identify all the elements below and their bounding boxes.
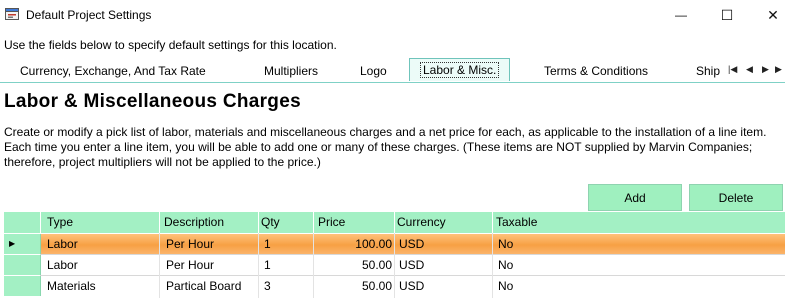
maximize-button[interactable]: ☐ [704,0,750,30]
cell-description[interactable]: Partical Board [166,279,241,293]
column-header-description[interactable]: Description [164,215,224,229]
cell-currency[interactable]: USD [399,279,424,293]
app-icon [5,8,19,20]
tab-label: Multipliers [264,64,319,78]
charges-grid: Type Description Qty Price Currency Taxa… [4,212,785,298]
minimize-button[interactable]: — [658,0,704,30]
tab-label: Terms & Conditions [544,64,649,78]
tab-logo[interactable]: Logo [360,64,387,78]
column-gridline [258,233,259,298]
add-button[interactable]: Add [588,184,682,211]
close-icon: ✕ [767,6,779,23]
column-separator [258,212,259,233]
cell-price[interactable]: 100.00 [320,237,392,251]
close-button[interactable]: ✕ [750,0,785,30]
current-row-icon: ▶ [9,239,16,248]
scroll-next-icon[interactable]: ▶ [762,64,769,75]
tab-label: Ship [696,64,721,78]
title-bar: Default Project Settings — ☐ ✕ [0,0,785,30]
cell-currency[interactable]: USD [399,258,424,272]
column-separator [313,212,314,233]
cell-description[interactable]: Per Hour [166,258,214,272]
grid-header: Type Description Qty Price Currency Taxa… [4,212,785,233]
column-header-type[interactable]: Type [47,215,73,229]
cell-qty[interactable]: 1 [264,258,271,272]
minimize-icon: — [675,8,687,22]
tab-label: Currency, Exchange, And Tax Rate [20,64,206,78]
page-title: Labor & Miscellaneous Charges [4,91,301,112]
cell-taxable[interactable]: No [498,279,513,293]
column-separator [394,212,395,233]
column-header-currency[interactable]: Currency [397,215,446,229]
row-header[interactable] [4,276,41,296]
maximize-icon: ☐ [720,6,734,23]
column-separator [492,212,493,233]
tab-label: Labor & Misc. [420,62,500,78]
column-gridline [394,233,395,298]
row-header[interactable]: ▶ [4,234,41,254]
column-header-price[interactable]: Price [318,215,345,229]
column-gridline [492,233,493,298]
tab-multipliers[interactable]: Multipliers [264,64,318,78]
tab-terms-conditions[interactable]: Terms & Conditions [544,64,648,78]
cell-qty[interactable]: 1 [264,237,271,251]
tab-ship[interactable]: Ship [696,64,720,78]
description-text: Create or modify a pick list of labor, m… [4,125,767,169]
cell-currency[interactable]: USD [399,237,424,251]
cell-price[interactable]: 50.00 [320,279,392,293]
scroll-prev-icon[interactable]: ◀ [746,64,753,75]
cell-type[interactable]: Labor [47,237,78,251]
cell-taxable[interactable]: No [498,237,513,251]
cell-price[interactable]: 50.00 [320,258,392,272]
cell-qty[interactable]: 3 [264,279,271,293]
row-header[interactable] [4,255,41,275]
cell-type[interactable]: Materials [47,279,96,293]
column-separator [159,212,160,233]
instructions-text: Use the fields below to specify default … [4,38,337,52]
tab-strip: Currency, Exchange, And Tax Rate Multipl… [0,58,785,83]
tab-currency[interactable]: Currency, Exchange, And Tax Rate [20,64,206,78]
delete-button[interactable]: Delete [689,184,783,211]
column-separator [40,212,41,233]
cell-type[interactable]: Labor [47,258,78,272]
column-header-taxable[interactable]: Taxable [496,215,537,229]
column-gridline [313,233,314,298]
window-title: Default Project Settings [26,8,152,22]
cell-taxable[interactable]: No [498,258,513,272]
scroll-first-icon[interactable]: |◀ [728,64,737,75]
cell-description[interactable]: Per Hour [166,237,214,251]
tab-label: Logo [360,64,387,78]
column-header-qty[interactable]: Qty [261,215,280,229]
scroll-last-icon[interactable]: ▶ [775,64,782,75]
column-gridline [159,233,160,298]
tab-labor-misc[interactable]: Labor & Misc. [409,58,511,81]
